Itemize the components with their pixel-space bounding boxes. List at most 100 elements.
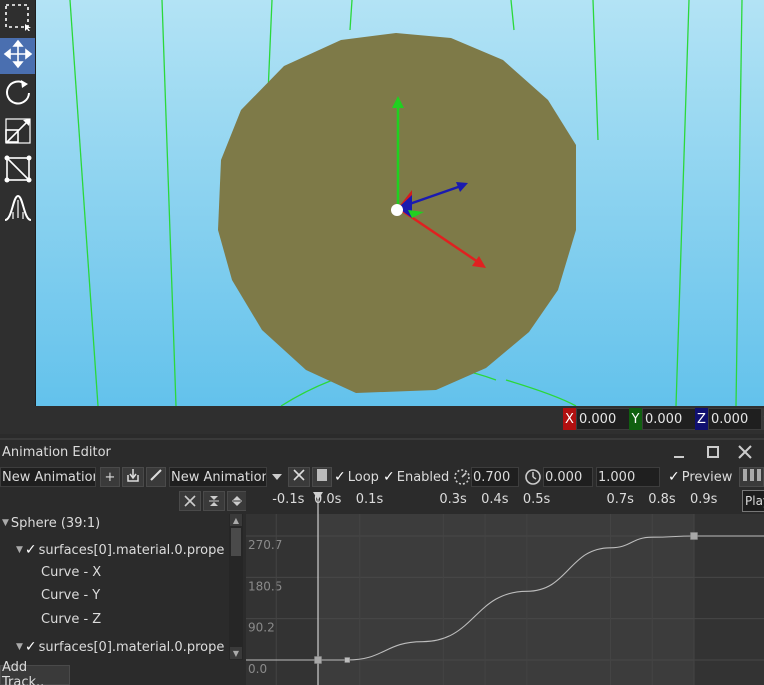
speed-icon	[452, 467, 472, 487]
play-button[interactable]	[739, 467, 764, 487]
remove-animation-button[interactable]	[288, 467, 310, 487]
checkmark-icon: ✓	[668, 469, 680, 485]
minimize-icon[interactable]	[670, 443, 688, 461]
coordinate-bar: X 0.000 ▲▼ Y 0.000 ▲▼ Z 0.000 ▲▼	[0, 406, 764, 434]
tree-scrollbar[interactable]: ▲ ▼	[229, 514, 243, 660]
track-tree: ▼ Sphere (39:1) ▼ ✓ surfaces[0].material…	[0, 490, 247, 685]
tree-root-sphere[interactable]: ▼ Sphere (39:1)	[2, 512, 100, 534]
animation-name-field[interactable]: New Animation	[0, 467, 96, 487]
expand-icon	[232, 496, 242, 506]
collapse-all-button[interactable]	[203, 491, 225, 511]
panel-title: Animation Editor	[2, 445, 111, 460]
scroll-up-icon[interactable]: ▲	[230, 514, 242, 526]
loop-label: Loop	[347, 469, 379, 485]
playhead-handle[interactable]	[313, 492, 323, 500]
checkmark-icon[interactable]: ✓	[25, 542, 37, 558]
preview-label: Preview	[681, 469, 733, 485]
tree-item-curve-y[interactable]: Curve - Y	[41, 584, 100, 606]
x-coordinate: X 0.000 ▲▼	[563, 408, 638, 430]
animation-toolbar: New Animation + New Animation ✓ Loop ✓ E…	[0, 464, 764, 490]
terrain-tool-button[interactable]	[0, 191, 35, 227]
rect-transform-icon	[3, 154, 33, 188]
tree-item-label: surfaces[0].material.0.properti	[38, 542, 225, 558]
tree-item-track-2[interactable]: ▼ ✓ surfaces[0].material.0.properti	[16, 636, 225, 658]
y-axis-label: Y	[629, 408, 642, 430]
post-range-shade	[694, 514, 764, 685]
length-field[interactable]: 1.000	[596, 467, 660, 487]
scene-render	[36, 0, 764, 406]
stop-icon	[316, 468, 328, 486]
dropdown-arrow-icon[interactable]	[268, 467, 286, 487]
scale-icon	[3, 116, 33, 150]
tree-item-label: Sphere (39:1)	[10, 515, 101, 531]
rotate-tool-button[interactable]	[0, 77, 35, 113]
animation-editor-header: Animation Editor	[0, 438, 764, 464]
z-coordinate: Z 0.000 ▲▼	[695, 408, 764, 430]
add-animation-button[interactable]: +	[100, 467, 120, 487]
plus-icon: +	[104, 469, 116, 485]
terrain-curve-icon	[3, 192, 33, 226]
y-tick-label: 90.2	[248, 621, 275, 635]
scene-viewport[interactable]	[36, 0, 764, 406]
rotate-icon	[3, 78, 33, 112]
checkmark-icon[interactable]: ✓	[25, 639, 37, 655]
collapse-icon	[209, 496, 219, 506]
expand-arrow-icon: ▼	[16, 642, 23, 652]
cross-icon	[184, 495, 196, 507]
checkmark-icon: ✓	[334, 469, 346, 485]
y-tick-label: 0.0	[248, 662, 267, 676]
tree-item-track-1[interactable]: ▼ ✓ surfaces[0].material.0.properti	[16, 539, 225, 561]
keyframe-point[interactable]	[314, 656, 322, 664]
x-coordinate-field[interactable]: 0.000	[576, 408, 630, 430]
cross-icon	[292, 468, 306, 486]
keyframe-point[interactable]	[344, 657, 350, 663]
pencil-icon	[149, 468, 163, 486]
clock-icon	[523, 467, 543, 487]
tree-item-label: Curve - X	[41, 564, 102, 580]
import-button[interactable]	[122, 467, 144, 487]
scroll-down-icon[interactable]: ▼	[230, 647, 242, 659]
import-icon	[125, 467, 141, 487]
add-track-button[interactable]: Add Track..	[0, 660, 70, 685]
enabled-label: Enabled	[396, 469, 450, 485]
preview-checkbox[interactable]: ✓ Preview	[668, 467, 732, 487]
close-icon[interactable]	[736, 443, 754, 461]
tool-palette	[0, 0, 36, 406]
loop-checkbox[interactable]: ✓ Loop	[334, 467, 379, 487]
rename-button[interactable]	[146, 467, 166, 487]
play-icon	[742, 468, 762, 486]
rect-tool-button[interactable]	[0, 153, 35, 189]
expand-arrow-icon: ▼	[2, 518, 9, 528]
curve-graph[interactable]: 270.7 180.5 90.2 0.0	[246, 490, 764, 685]
animation-select[interactable]: New Animation	[169, 467, 267, 487]
keyframe-point[interactable]	[690, 532, 698, 540]
tree-item-label: Curve - Z	[41, 611, 102, 627]
expand-arrow-icon: ▼	[16, 545, 23, 555]
checkmark-icon: ✓	[383, 469, 395, 485]
y-tick-label: 270.7	[248, 538, 282, 552]
tree-item-curve-x[interactable]: Curve - X	[41, 561, 101, 583]
expand-all-button[interactable]	[227, 491, 247, 511]
stop-button[interactable]	[312, 467, 332, 487]
speed-field[interactable]: 0.700	[471, 467, 519, 487]
z-axis-label: Z	[695, 408, 708, 430]
z-coordinate-field[interactable]: 0.000	[708, 408, 762, 430]
enabled-checkbox[interactable]: ✓ Enabled	[383, 467, 449, 487]
y-coordinate-field[interactable]: 0.000	[642, 408, 696, 430]
tree-item-curve-z[interactable]: Curve - Z	[41, 608, 101, 630]
x-axis-label: X	[563, 408, 576, 430]
maximize-icon[interactable]	[704, 443, 722, 461]
scale-tool-button[interactable]	[0, 115, 35, 151]
time-field[interactable]: 0.000	[543, 467, 593, 487]
dotted-select-icon	[3, 1, 33, 35]
scroll-thumb[interactable]	[231, 528, 241, 556]
tree-item-label: surfaces[0].material.0.properti	[38, 639, 225, 655]
tree-header	[0, 490, 247, 514]
curve-editor[interactable]: -0.1s0.0s0.1s0.3s0.4s0.5s0.7s0.8s0.9s1.1…	[246, 490, 764, 685]
y-coordinate: Y 0.000 ▲▼	[629, 408, 704, 430]
select-tool-button[interactable]	[0, 0, 35, 36]
play-tooltip: Play	[742, 490, 764, 512]
clear-tracks-button[interactable]	[179, 491, 201, 511]
move-tool-button[interactable]	[0, 38, 35, 74]
tree-item-label: Curve - Y	[41, 587, 101, 603]
